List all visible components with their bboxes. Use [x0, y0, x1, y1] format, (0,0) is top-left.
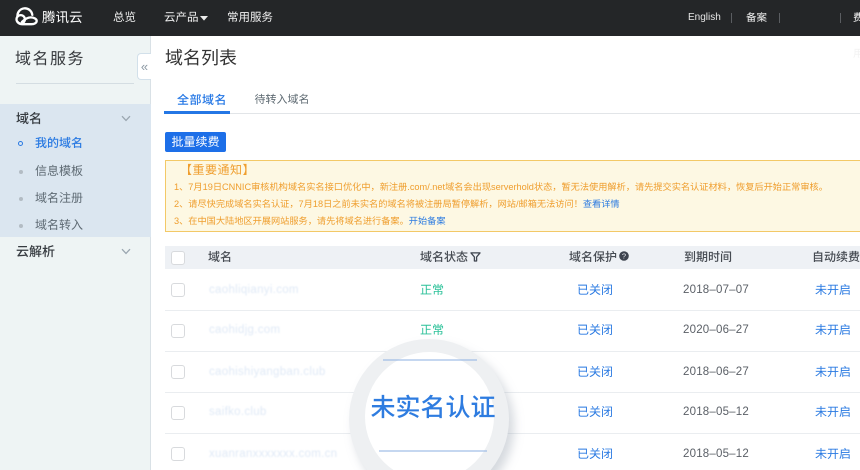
svg-text:?: ? — [621, 251, 625, 260]
